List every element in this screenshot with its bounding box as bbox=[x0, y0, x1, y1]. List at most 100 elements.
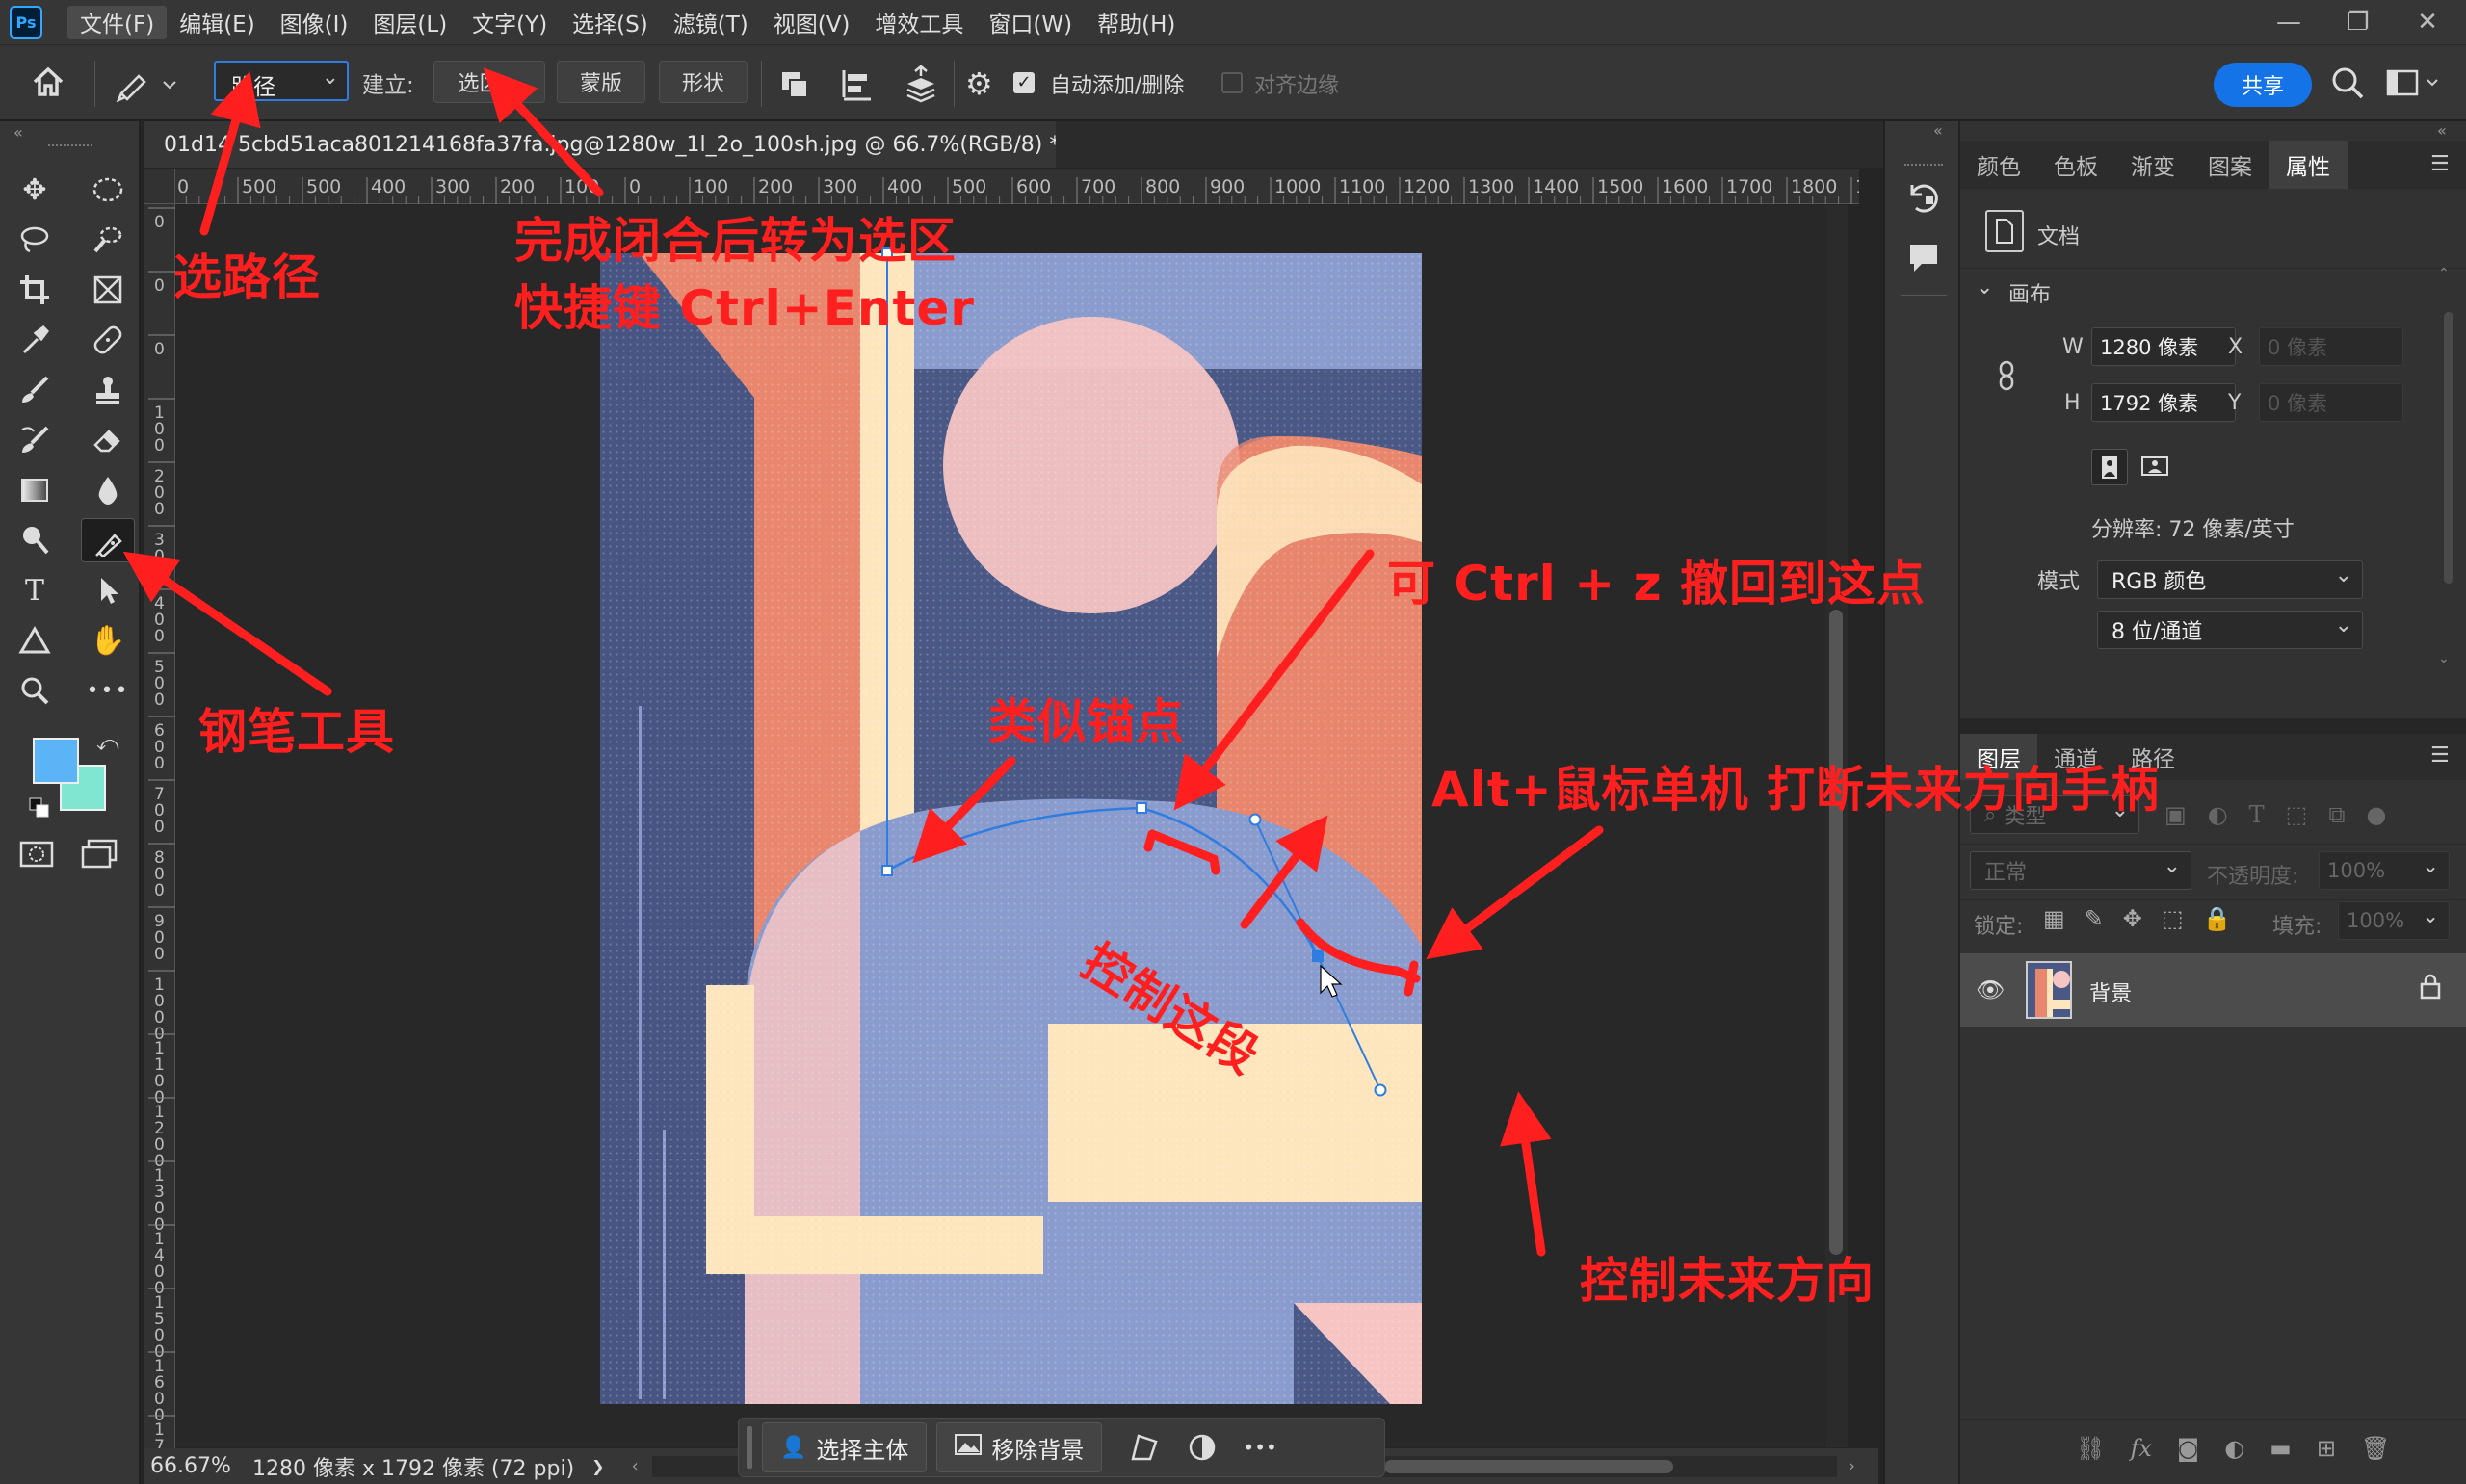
home-icon[interactable] bbox=[29, 63, 73, 105]
close-window-button[interactable]: ✕ bbox=[2399, 8, 2456, 37]
color-mode-select[interactable]: RGB 颜色 bbox=[2097, 560, 2363, 599]
menu-item[interactable]: 图层(L) bbox=[360, 6, 459, 39]
direction-handle[interactable] bbox=[1248, 813, 1262, 826]
scroll-left-icon[interactable]: ‹ bbox=[632, 1456, 639, 1476]
quick-mask-icon[interactable] bbox=[19, 840, 54, 869]
healing-brush-tool-icon[interactable] bbox=[81, 318, 135, 362]
collapse-panels-icon[interactable]: « bbox=[1933, 121, 1943, 140]
bit-depth-select[interactable]: 8 位/通道 bbox=[2097, 611, 2363, 649]
menu-item[interactable]: 增效工具 bbox=[862, 6, 976, 39]
new-group-icon[interactable]: ▬ bbox=[2269, 1435, 2292, 1462]
share-button[interactable]: 共享 bbox=[2214, 63, 2312, 107]
restore-button[interactable]: ❐ bbox=[2329, 8, 2387, 37]
lock-transparent-icon[interactable]: ▦ bbox=[2043, 905, 2065, 932]
lock-artboard-icon[interactable]: ⬚ bbox=[2162, 905, 2184, 932]
chevron-down-icon[interactable]: ⌄ bbox=[1976, 275, 1993, 299]
visibility-eye-icon[interactable]: 👁 bbox=[1976, 976, 2005, 1003]
menu-item[interactable]: 文字(Y) bbox=[459, 6, 560, 39]
menu-item[interactable]: 滤镜(T) bbox=[661, 6, 761, 39]
menu-item[interactable]: 窗口(W) bbox=[976, 6, 1085, 39]
type-tool-icon[interactable]: T bbox=[8, 568, 62, 612]
filter-toggle-icon[interactable]: ● bbox=[2366, 801, 2386, 828]
path-alignment-icon[interactable] bbox=[838, 65, 877, 103]
frame-tool-icon[interactable] bbox=[81, 268, 135, 312]
x-field[interactable]: 0 像素 bbox=[2259, 327, 2403, 366]
auto-add-delete-checkbox[interactable]: ✓ bbox=[1013, 72, 1035, 93]
filter-smart-object-icon[interactable]: ⧉ bbox=[2328, 801, 2345, 828]
pen-tool-preset-icon[interactable] bbox=[114, 65, 181, 103]
filter-type-icon[interactable]: T bbox=[2249, 801, 2265, 828]
menu-item[interactable]: 编辑(E) bbox=[167, 6, 267, 39]
menu-item[interactable]: 帮助(H) bbox=[1085, 6, 1188, 39]
quick-selection-tool-icon[interactable] bbox=[81, 218, 135, 262]
zoom-tool-icon[interactable] bbox=[8, 668, 62, 713]
lock-position-icon[interactable]: ✥ bbox=[2123, 905, 2142, 932]
lock-all-icon[interactable]: 🔒 bbox=[2203, 905, 2232, 932]
layer-name[interactable]: 背景 bbox=[2089, 976, 2132, 1007]
width-field[interactable]: 1280 像素 bbox=[2091, 327, 2236, 366]
menu-item[interactable]: 选择(S) bbox=[560, 6, 661, 39]
properties-scrollbar[interactable]: ⌃ ⌄ bbox=[2438, 266, 2459, 690]
height-field[interactable]: 1792 像素 bbox=[2091, 383, 2236, 422]
tab-patterns[interactable]: 图案 bbox=[2191, 141, 2269, 189]
path-operations-icon[interactable] bbox=[776, 65, 815, 103]
gradient-tool-icon[interactable] bbox=[8, 468, 62, 512]
path-selection-tool-icon[interactable] bbox=[81, 568, 135, 612]
y-field[interactable]: 0 像素 bbox=[2259, 383, 2403, 422]
mode-select[interactable]: 路径 ⌄ bbox=[214, 61, 349, 101]
gear-icon[interactable]: ⚙ bbox=[965, 66, 1000, 101]
delete-layer-icon[interactable]: 🗑 bbox=[2361, 1435, 2390, 1462]
more-tools-icon[interactable]: ••• bbox=[81, 668, 135, 713]
pen-tool-icon[interactable] bbox=[81, 518, 135, 562]
move-tool-icon[interactable]: ✥ bbox=[8, 168, 62, 212]
blur-tool-icon[interactable] bbox=[81, 468, 135, 512]
blend-mode-select[interactable]: 正常 bbox=[1970, 851, 2191, 890]
search-icon[interactable] bbox=[2329, 65, 2368, 103]
lasso-tool-icon[interactable] bbox=[8, 218, 62, 262]
hand-tool-icon[interactable]: ✋ bbox=[81, 618, 135, 663]
add-mask-icon[interactable]: ◙ bbox=[2177, 1435, 2199, 1462]
new-adjustment-icon[interactable]: ◐ bbox=[2224, 1435, 2244, 1462]
portrait-orientation-button[interactable] bbox=[2091, 449, 2128, 485]
make-mask-button[interactable]: 蒙版 bbox=[557, 61, 645, 103]
layer-row[interactable]: 👁 背景 bbox=[1960, 953, 2466, 1027]
document-tab[interactable]: 01d14 5cbd51aca801214168fa37fa.jpg@1280w… bbox=[144, 121, 1093, 168]
collapse-icon[interactable]: « bbox=[13, 123, 23, 142]
fill-field[interactable]: 100% bbox=[2338, 901, 2450, 940]
active-anchor-point[interactable] bbox=[1312, 950, 1324, 962]
history-brush-tool-icon[interactable] bbox=[8, 418, 62, 462]
filter-adjustment-icon[interactable]: ◐ bbox=[2208, 801, 2228, 828]
stamp-tool-icon[interactable] bbox=[81, 368, 135, 412]
menu-item[interactable]: 视图(V) bbox=[761, 6, 863, 39]
landscape-orientation-button[interactable] bbox=[2138, 449, 2174, 485]
filter-shape-icon[interactable]: ⬚ bbox=[2286, 801, 2308, 828]
select-subject-button[interactable]: 👤 选择主体 bbox=[762, 1422, 928, 1472]
zoom-level[interactable]: 66.67% bbox=[150, 1454, 241, 1478]
eyedropper-tool-icon[interactable] bbox=[8, 318, 62, 362]
more-options-icon[interactable]: ••• bbox=[1243, 1436, 1276, 1459]
default-colors-icon[interactable] bbox=[29, 797, 50, 819]
lock-image-icon[interactable]: ✎ bbox=[2085, 905, 2104, 932]
shape-tool-icon[interactable] bbox=[8, 618, 62, 663]
screen-mode-icon[interactable] bbox=[81, 838, 119, 871]
opacity-field[interactable]: 100% bbox=[2319, 851, 2450, 890]
panel-menu-icon[interactable]: ☰ bbox=[2430, 152, 2450, 176]
path-arrangement-icon[interactable] bbox=[900, 63, 942, 105]
minimize-button[interactable]: — bbox=[2260, 8, 2318, 37]
tab-color[interactable]: 颜色 bbox=[1960, 141, 2037, 189]
new-layer-icon[interactable]: ⊞ bbox=[2317, 1435, 2336, 1462]
make-shape-button[interactable]: 形状 bbox=[659, 61, 748, 103]
eraser-tool-icon[interactable] bbox=[81, 418, 135, 462]
scroll-right-icon[interactable]: › bbox=[1849, 1456, 1855, 1476]
taskbar-grip[interactable] bbox=[747, 1426, 752, 1469]
tab-properties[interactable]: 属性 bbox=[2269, 141, 2348, 189]
path-options-icon[interactable] bbox=[1125, 1428, 1164, 1467]
make-selection-button[interactable]: 选区... bbox=[433, 61, 545, 103]
anchor-point[interactable] bbox=[1136, 802, 1147, 814]
brush-tool-icon[interactable] bbox=[8, 368, 62, 412]
dodge-tool-icon[interactable] bbox=[8, 518, 62, 562]
swap-colors-icon[interactable]: ⤺ bbox=[96, 732, 119, 756]
link-icon[interactable] bbox=[1993, 358, 2020, 393]
collapse-right-panel-icon[interactable]: « bbox=[2437, 121, 2447, 140]
remove-background-button[interactable]: 移除背景 bbox=[936, 1422, 1103, 1472]
